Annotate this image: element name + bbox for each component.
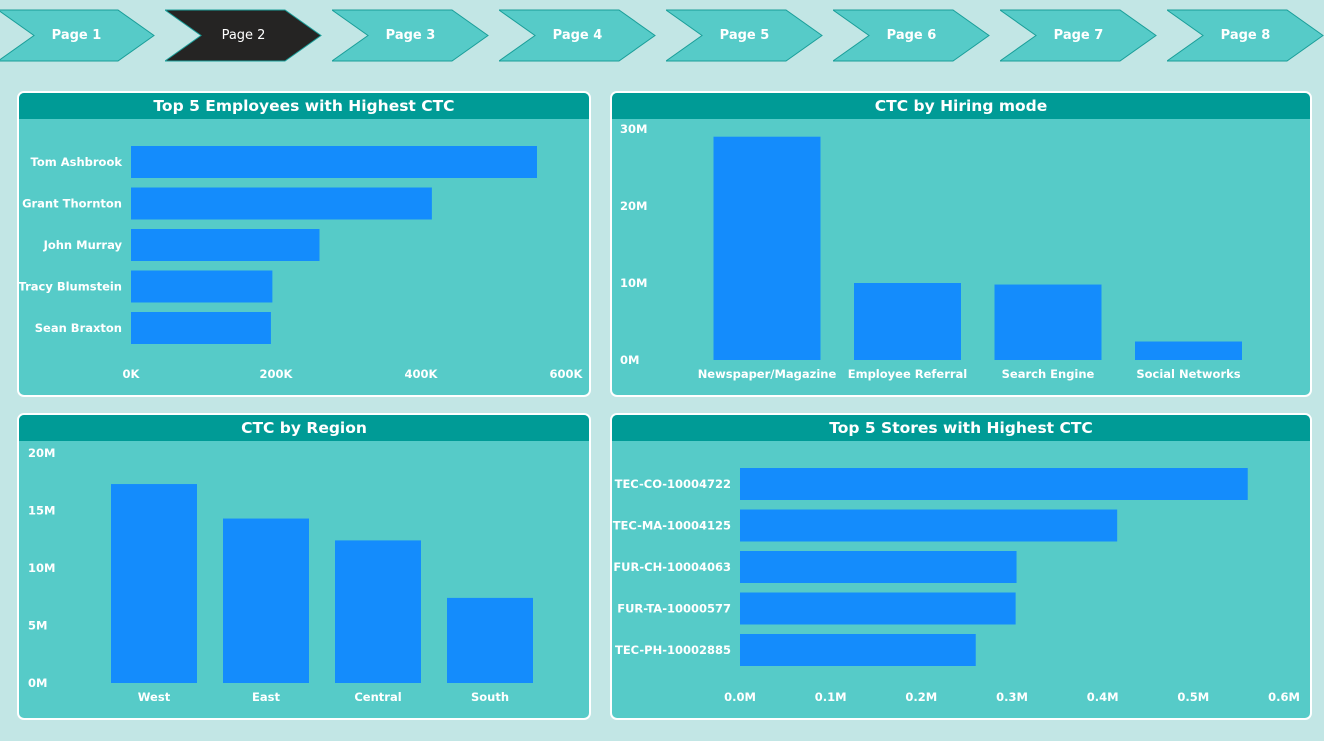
nav-tab-page-2[interactable]: Page 2 bbox=[165, 9, 322, 62]
x-tick-label: 0.5M bbox=[1177, 690, 1209, 704]
nav-tab-page-6[interactable]: Page 6 bbox=[833, 9, 990, 62]
x-tick-label: 0.1M bbox=[815, 690, 847, 704]
nav-tab-page-3[interactable]: Page 3 bbox=[332, 9, 489, 62]
category-label: TEC-MA-10004125 bbox=[613, 519, 731, 533]
category-label: FUR-CH-10004063 bbox=[613, 560, 731, 574]
category-label: Search Engine bbox=[1002, 367, 1095, 381]
category-label: Tracy Blumstein bbox=[19, 280, 122, 294]
category-label: TEC-PH-10002885 bbox=[615, 643, 731, 657]
bar bbox=[740, 592, 1016, 625]
x-tick-label: 0.0M bbox=[724, 690, 756, 704]
x-tick-label: 200K bbox=[260, 367, 294, 381]
hiring-mode-card: CTC by Hiring mode Newspaper/Magazine Emp… bbox=[610, 91, 1312, 397]
region-ctc-card: CTC by Region West East Central South 0M 5M 10… bbox=[17, 413, 591, 720]
bar bbox=[131, 229, 320, 261]
stores-ctc-card: Top 5 Stores with Highest CTC TEC-CO-100… bbox=[610, 413, 1312, 720]
y-tick-label: 30M bbox=[620, 122, 647, 136]
x-tick-label: 0.2M bbox=[905, 690, 937, 704]
category-label: Newspaper/Magazine bbox=[698, 367, 837, 381]
bar bbox=[447, 597, 533, 683]
bar bbox=[740, 551, 1017, 583]
page-navigation: Page 1 Page 2 Page 3 Page 4 Page 5 Page … bbox=[0, 0, 1324, 70]
stores-ctc-chart: TEC-CO-10004722 TEC-MA-10004125 FUR-CH-100… bbox=[613, 468, 1300, 704]
category-label: FUR-TA-10000577 bbox=[617, 602, 731, 616]
nav-tab-label: Page 5 bbox=[719, 28, 770, 43]
bar bbox=[223, 518, 309, 683]
bar bbox=[994, 284, 1102, 360]
nav-tab-label: Page 3 bbox=[385, 28, 436, 43]
nav-tab-label: Page 4 bbox=[552, 28, 603, 43]
nav-tab-page-8[interactable]: Page 8 bbox=[1167, 9, 1324, 62]
category-label: Sean Braxton bbox=[35, 321, 122, 335]
nav-tab-label: Page 6 bbox=[886, 28, 937, 43]
employees-ctc-chart: Tom Ashbrook Grant Thornton John Murray Tra… bbox=[19, 146, 584, 381]
bar bbox=[131, 270, 273, 303]
category-label: Social Networks bbox=[1136, 367, 1240, 381]
y-tick-label: 15M bbox=[28, 504, 55, 518]
x-tick-label: 0K bbox=[123, 367, 141, 381]
nav-tab-page-1[interactable]: Page 1 bbox=[0, 9, 155, 62]
bar bbox=[131, 146, 537, 178]
category-label: Employee Referral bbox=[848, 367, 968, 381]
bar bbox=[713, 136, 821, 360]
hiring-mode-chart: Newspaper/Magazine Employee Referral Searc… bbox=[620, 122, 1242, 381]
y-tick-label: 10M bbox=[28, 561, 55, 575]
bar bbox=[740, 468, 1248, 500]
x-tick-label: 0.6M bbox=[1268, 690, 1300, 704]
y-tick-label: 20M bbox=[620, 199, 647, 213]
bar bbox=[1135, 341, 1242, 360]
bar bbox=[111, 484, 197, 683]
region-ctc-chart: West East Central South 0M 5M 10M 15M 20M bbox=[28, 446, 533, 704]
category-label: TEC-CO-10004722 bbox=[615, 477, 731, 491]
nav-tab-page-4[interactable]: Page 4 bbox=[499, 9, 656, 62]
nav-tab-label: Page 8 bbox=[1220, 28, 1271, 43]
bar bbox=[740, 634, 976, 666]
nav-tab-page-7[interactable]: Page 7 bbox=[1000, 9, 1157, 62]
y-tick-label: 0M bbox=[28, 676, 47, 690]
y-tick-label: 10M bbox=[620, 276, 647, 290]
x-tick-label: 0.4M bbox=[1087, 690, 1119, 704]
category-label: South bbox=[471, 690, 509, 704]
nav-tab-label: Page 1 bbox=[51, 28, 102, 43]
nav-tab-page-5[interactable]: Page 5 bbox=[666, 9, 823, 62]
bar bbox=[131, 312, 271, 344]
y-tick-label: 5M bbox=[28, 619, 47, 633]
x-tick-label: 0.3M bbox=[996, 690, 1028, 704]
bar bbox=[131, 187, 432, 220]
bar bbox=[854, 283, 961, 360]
y-tick-label: 0M bbox=[620, 353, 639, 367]
bar bbox=[335, 540, 421, 683]
employees-ctc-card: Top 5 Employees with Highest CTC Tom Ash… bbox=[17, 91, 591, 397]
category-label: Tom Ashbrook bbox=[31, 155, 123, 169]
category-label: Central bbox=[354, 690, 401, 704]
bar bbox=[740, 509, 1118, 542]
category-label: John Murray bbox=[43, 238, 123, 252]
nav-tab-label: Page 2 bbox=[221, 28, 266, 43]
y-tick-label: 20M bbox=[28, 446, 55, 460]
category-label: West bbox=[138, 690, 171, 704]
category-label: Grant Thornton bbox=[22, 197, 122, 211]
x-tick-label: 400K bbox=[405, 367, 439, 381]
x-tick-label: 600K bbox=[550, 367, 584, 381]
category-label: East bbox=[252, 690, 280, 704]
nav-tab-label: Page 7 bbox=[1053, 28, 1104, 43]
